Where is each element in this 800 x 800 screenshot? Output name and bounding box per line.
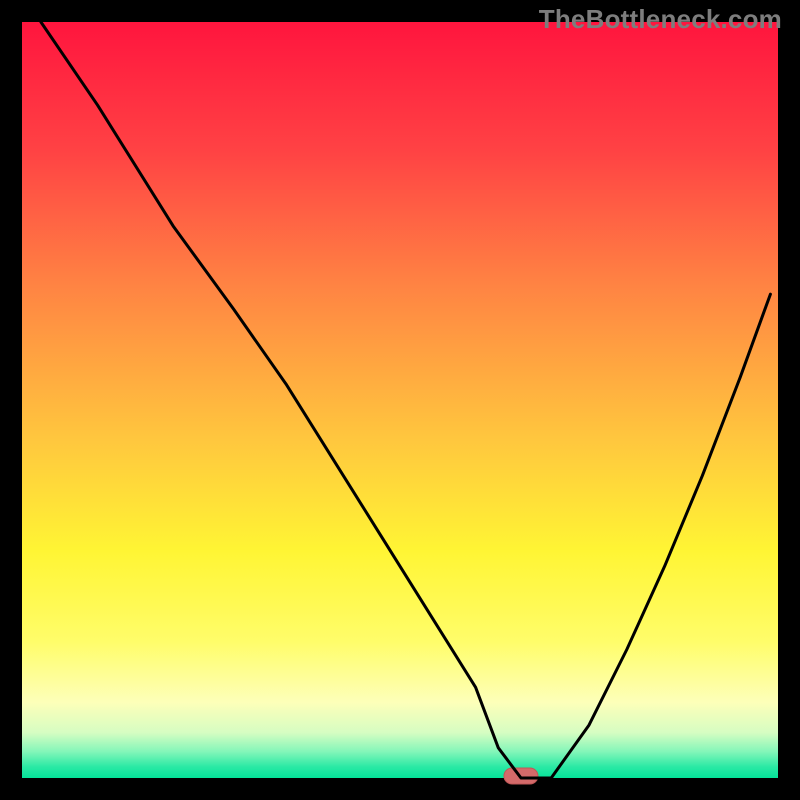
chart-container: TheBottleneck.com	[0, 0, 800, 800]
chart-svg	[0, 0, 800, 800]
plot-background	[22, 22, 778, 778]
watermark-text: TheBottleneck.com	[539, 4, 782, 35]
